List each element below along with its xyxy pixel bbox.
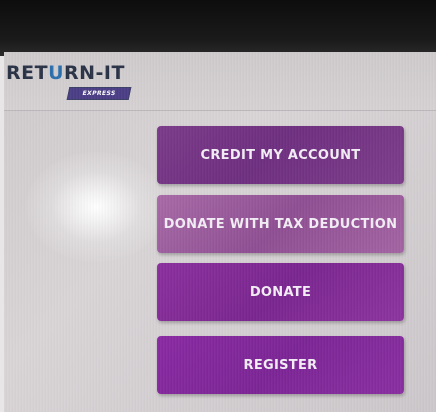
logo-u: U <box>48 62 65 84</box>
touchscreen: RETURN-IT EXPRESS CREDIT MY ACCOUNT DONA… <box>4 52 436 412</box>
kiosk-photo: RETURN-IT EXPRESS CREDIT MY ACCOUNT DONA… <box>0 0 436 412</box>
credit-my-account-button[interactable]: CREDIT MY ACCOUNT <box>157 126 404 184</box>
return-it-express-logo: RETURN-IT EXPRESS <box>6 62 141 102</box>
register-button[interactable]: REGISTER <box>157 336 404 394</box>
logo-suffix: RN-IT <box>64 62 125 84</box>
donate-button[interactable]: DONATE <box>157 263 404 321</box>
logo-express-badge: EXPRESS <box>66 87 132 100</box>
header-bar: RETURN-IT EXPRESS <box>4 52 436 111</box>
monitor-bezel <box>0 0 436 56</box>
screen-glare <box>26 152 166 262</box>
logo-wordmark: RETURN-IT <box>6 62 125 84</box>
donate-with-tax-deduction-button[interactable]: DONATE WITH TAX DEDUCTION <box>157 195 404 253</box>
logo-prefix: RET <box>6 62 49 84</box>
